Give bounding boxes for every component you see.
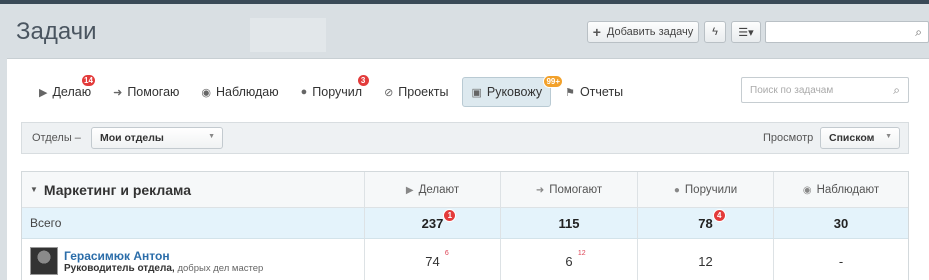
tab-projects[interactable]: ⊘ Проекты <box>376 77 456 107</box>
column-label: Наблюдают <box>816 183 880 196</box>
total-label: Всего <box>30 216 62 230</box>
person-cell: Герасимюк Антон Руководитель отдела, доб… <box>22 239 364 280</box>
flash-button[interactable]: ϟ <box>704 21 726 43</box>
departments-value: Мои отделы <box>100 132 164 144</box>
search-icon[interactable]: ⌕ <box>915 25 922 40</box>
new-count: 6 <box>444 249 449 257</box>
total-doing-value: 237 <box>421 215 444 231</box>
contact-card-icon: ▣ <box>471 86 482 99</box>
total-watching[interactable]: 30 <box>834 216 848 231</box>
count-badge: 14 <box>81 74 96 87</box>
eye-icon: ◉ <box>201 86 212 99</box>
task-search-input[interactable]: Поиск по задачам ⌕ <box>741 77 909 103</box>
column-header-assigned: ● Поручили <box>637 172 773 207</box>
count-badge: 1 <box>443 208 457 222</box>
view-select[interactable]: Списком ▼ <box>820 127 900 149</box>
column-header-doing: ▶ Делают <box>364 172 500 207</box>
chevron-down-icon: ▼ <box>208 133 215 140</box>
department-table: ▼ Маркетинг и реклама ▶ Делают ➜ Помогают … <box>21 171 909 280</box>
play-icon: ▶ <box>405 184 414 196</box>
table-header-row: ▼ Маркетинг и реклама ▶ Делают ➜ Помогают … <box>22 172 908 208</box>
search-icon[interactable]: ⌕ <box>893 83 900 98</box>
person-helping-value: 6 <box>565 253 573 269</box>
tab-managing[interactable]: ▣ Руковожу 99+ <box>462 75 564 107</box>
flash-icon: ϟ <box>712 26 718 38</box>
plus-icon: + <box>592 24 601 40</box>
tab-assigned[interactable]: ● Поручил 3 <box>293 74 370 107</box>
group-toggle[interactable]: ▼ Маркетинг и реклама <box>22 172 364 207</box>
page-title: Задачи <box>16 18 97 45</box>
avatar <box>30 247 58 275</box>
total-assigned[interactable]: 78 4 <box>698 208 726 231</box>
person-icon: ● <box>673 184 680 196</box>
tab-label: Руковожу <box>486 85 543 99</box>
tab-reports[interactable]: ⚑ Отчеты <box>557 77 631 107</box>
task-search-placeholder: Поиск по задачам <box>750 85 834 96</box>
filter-bar: Отделы – Мои отделы ▼ Просмотр Списком ▼ <box>21 122 909 154</box>
total-assigned-value: 78 <box>698 215 713 231</box>
person-icon: ● <box>300 86 308 98</box>
person-assigned[interactable]: 12 <box>698 254 712 269</box>
total-helping[interactable]: 115 <box>559 216 580 231</box>
total-row: Всего 237 1 115 78 4 30 <box>22 208 908 239</box>
departments-label: Отделы – <box>32 132 81 144</box>
list-filter-button[interactable]: ☰▾ <box>731 21 761 43</box>
table-row: Герасимюк Антон Руководитель отдела, доб… <box>22 239 908 280</box>
tab-label: Делаю <box>52 85 92 99</box>
column-label: Делают <box>418 183 460 196</box>
tab-bar: ▶ Делаю 14 ➜ Помогаю ◉ Наблюдаю ● Поручи… <box>31 74 637 107</box>
chevron-down-icon: ▼ <box>30 185 38 194</box>
person-watching: - <box>838 253 844 269</box>
arrow-right-icon: ➜ <box>113 86 123 99</box>
person-name-link[interactable]: Герасимюк Антон <box>64 249 263 263</box>
tab-watching[interactable]: ◉ Наблюдаю <box>193 77 286 107</box>
tab-label: Наблюдаю <box>216 85 279 99</box>
column-label: Помогают <box>549 183 603 196</box>
person-motto: добрых дел мастер <box>177 262 264 274</box>
column-header-watching: ◉ Наблюдают <box>773 172 908 207</box>
top-search-input[interactable]: ⌕ <box>765 21 929 43</box>
count-badge: 3 <box>356 74 370 87</box>
column-label: Поручили <box>684 183 738 196</box>
tab-label: Отчеты <box>579 85 624 99</box>
group-title: Маркетинг и реклама <box>43 181 191 198</box>
flag-icon: ⚑ <box>565 86 575 99</box>
column-header-helping: ➜ Помогают <box>500 172 637 207</box>
top-strip <box>0 0 929 4</box>
person-doing-value: 74 <box>425 253 440 269</box>
eye-icon: ◉ <box>802 184 812 196</box>
list-filter-icon: ☰▾ <box>738 26 754 39</box>
main-panel: ▶ Делаю 14 ➜ Помогаю ◉ Наблюдаю ● Поручи… <box>7 58 929 280</box>
person-doing[interactable]: 74 6 <box>425 250 448 269</box>
arrow-right-icon: ➜ <box>535 184 545 196</box>
new-count: 12 <box>577 249 586 257</box>
compass-icon: ⊘ <box>384 86 394 99</box>
tab-label: Проекты <box>398 85 449 99</box>
add-task-label: Добавить задачу <box>606 26 694 38</box>
total-doing[interactable]: 237 1 <box>421 208 457 231</box>
view-label: Просмотр <box>763 132 814 144</box>
tab-doing[interactable]: ▶ Делаю 14 <box>31 74 99 107</box>
person-role: Руководитель отдела, <box>64 262 175 274</box>
chevron-down-icon: ▼ <box>885 133 892 140</box>
header-placeholder-box <box>250 18 326 52</box>
add-task-button[interactable]: + Добавить задачу <box>587 21 699 43</box>
person-helping[interactable]: 6 12 <box>565 250 585 269</box>
tab-helping[interactable]: ➜ Помогаю <box>105 77 187 107</box>
play-icon: ▶ <box>39 86 48 99</box>
tab-label: Помогаю <box>127 85 180 99</box>
departments-select[interactable]: Мои отделы ▼ <box>91 127 223 149</box>
count-badge: 4 <box>712 208 726 222</box>
tab-label: Поручил <box>312 85 363 99</box>
view-value: Списком <box>829 132 875 144</box>
